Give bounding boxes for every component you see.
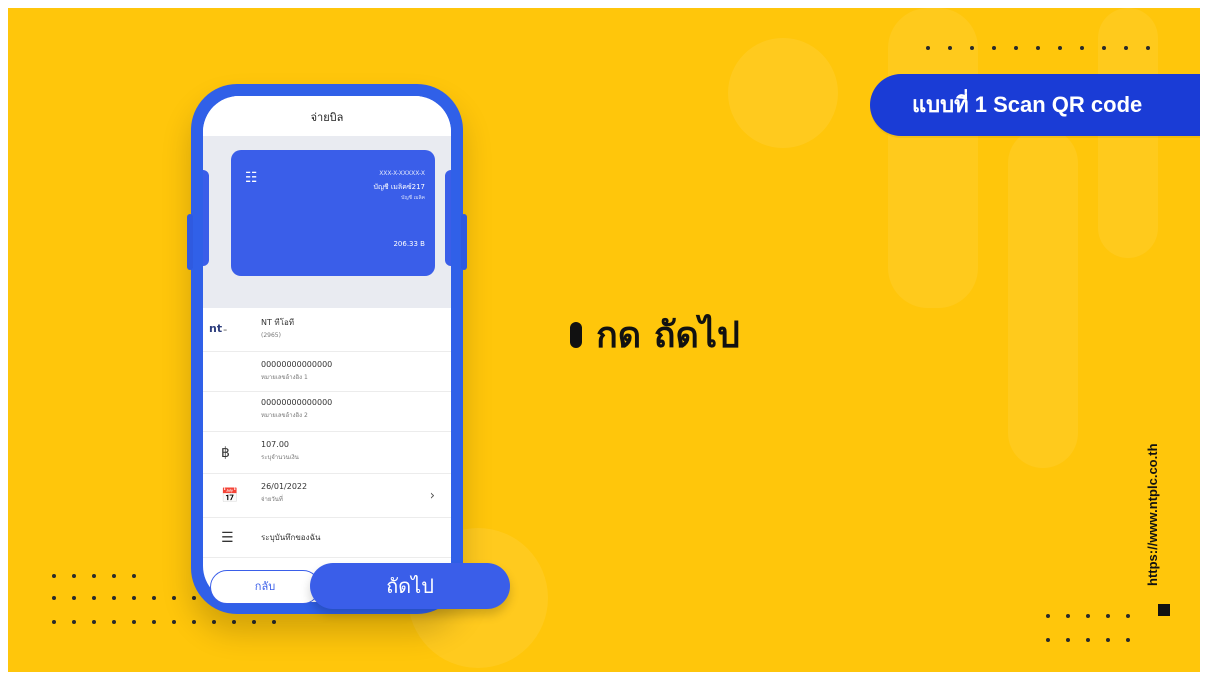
account-card[interactable]: ☷ XXX-X-XXXXX-X บัญชี เมลิคซ์217 บัญชี เ… <box>231 150 435 276</box>
decor-bar <box>1008 128 1078 468</box>
date-value: 26/01/2022 <box>261 482 308 491</box>
decor-circle <box>728 38 838 148</box>
date-row[interactable]: 📅 26/01/2022 จ่ายวันที่ › <box>203 474 451 518</box>
badge-prefix: แบบที่ 1 Scan <box>912 92 1052 117</box>
back-button[interactable]: กลับ <box>210 570 320 604</box>
ref2-value: 00000000000000 <box>261 398 333 407</box>
dot-grid-bottom-left-top <box>52 574 152 578</box>
biller-row: nt ═ NT ทีโอที (2965) <box>203 308 451 352</box>
phone-mockup: จ่ายบิล ☷ XXX-X-XXXXX-X บัญชี เมลิคซ์217… <box>187 84 467 614</box>
instruction-text: กด ถัดไป <box>596 315 740 356</box>
ref2-row[interactable]: 00000000000000 หมายเลขอ้างอิง 2 <box>203 392 451 432</box>
phone-screen: จ่ายบิล ☷ XXX-X-XXXXX-X บัญชี เมลิคซ์217… <box>203 96 451 602</box>
card-carousel: ☷ XXX-X-XXXXX-X บัญชี เมลิคซ์217 บัญชี เ… <box>203 136 451 308</box>
biller-code: (2965) <box>261 332 281 339</box>
screen-title: จ่ายบิล <box>203 96 451 136</box>
ref2-label: หมายเลขอ้างอิง 2 <box>261 412 308 419</box>
card-peek-left <box>203 170 209 266</box>
date-label: จ่ายวันที่ <box>261 496 283 503</box>
note-label: ระบุบันทึกของฉัน <box>261 533 321 542</box>
instruction: กด ถัดไป <box>570 306 740 363</box>
phone-side-button <box>461 214 467 270</box>
nt-logo-icon: nt ═ <box>209 322 227 335</box>
chevron-right-icon: › <box>429 488 435 503</box>
dot-grid-bottom-right <box>1046 614 1146 642</box>
biller-name: NT ทีโอที <box>261 318 295 327</box>
amount-row[interactable]: ฿ 107.00 ระบุจำนวนเงิน <box>203 432 451 474</box>
account-name: บัญชี เมลิคซ์217 <box>373 183 425 191</box>
bank-icon: ☷ <box>245 170 258 186</box>
ref1-label: หมายเลขอ้างอิง 1 <box>261 374 308 381</box>
amount-value: 107.00 <box>261 440 289 449</box>
ref1-value: 00000000000000 <box>261 360 333 369</box>
amount-label: ระบุจำนวนเงิน <box>261 454 299 461</box>
baht-icon: ฿ <box>221 444 230 461</box>
card-peek-right <box>445 170 451 266</box>
note-icon: ☰ <box>221 529 234 546</box>
dot-grid-top-right <box>926 46 1168 50</box>
account-type: บัญชี เมลิค <box>401 195 425 201</box>
square-marker <box>1158 604 1170 616</box>
calendar-icon: 📅 <box>221 487 239 504</box>
bullet-pill <box>570 321 582 348</box>
account-number: XXX-X-XXXXX-X <box>379 170 425 177</box>
slide-background: แบบที่ 1 Scan QR code กด ถัดไป https://w… <box>8 8 1200 672</box>
website-url: https://www.ntplc.co.th <box>1145 443 1160 586</box>
next-button[interactable]: ถัดไป <box>310 563 510 609</box>
account-balance: 206.33 B <box>393 240 425 248</box>
note-row[interactable]: ☰ ระบุบันทึกของฉัน <box>203 518 451 558</box>
scan-qr-badge: แบบที่ 1 Scan QR code <box>870 74 1200 136</box>
ref1-row[interactable]: 00000000000000 หมายเลขอ้างอิง 1 <box>203 352 451 392</box>
phone-side-button <box>187 214 193 270</box>
badge-bold: QR code <box>1051 92 1143 117</box>
decor-bar <box>888 8 978 308</box>
